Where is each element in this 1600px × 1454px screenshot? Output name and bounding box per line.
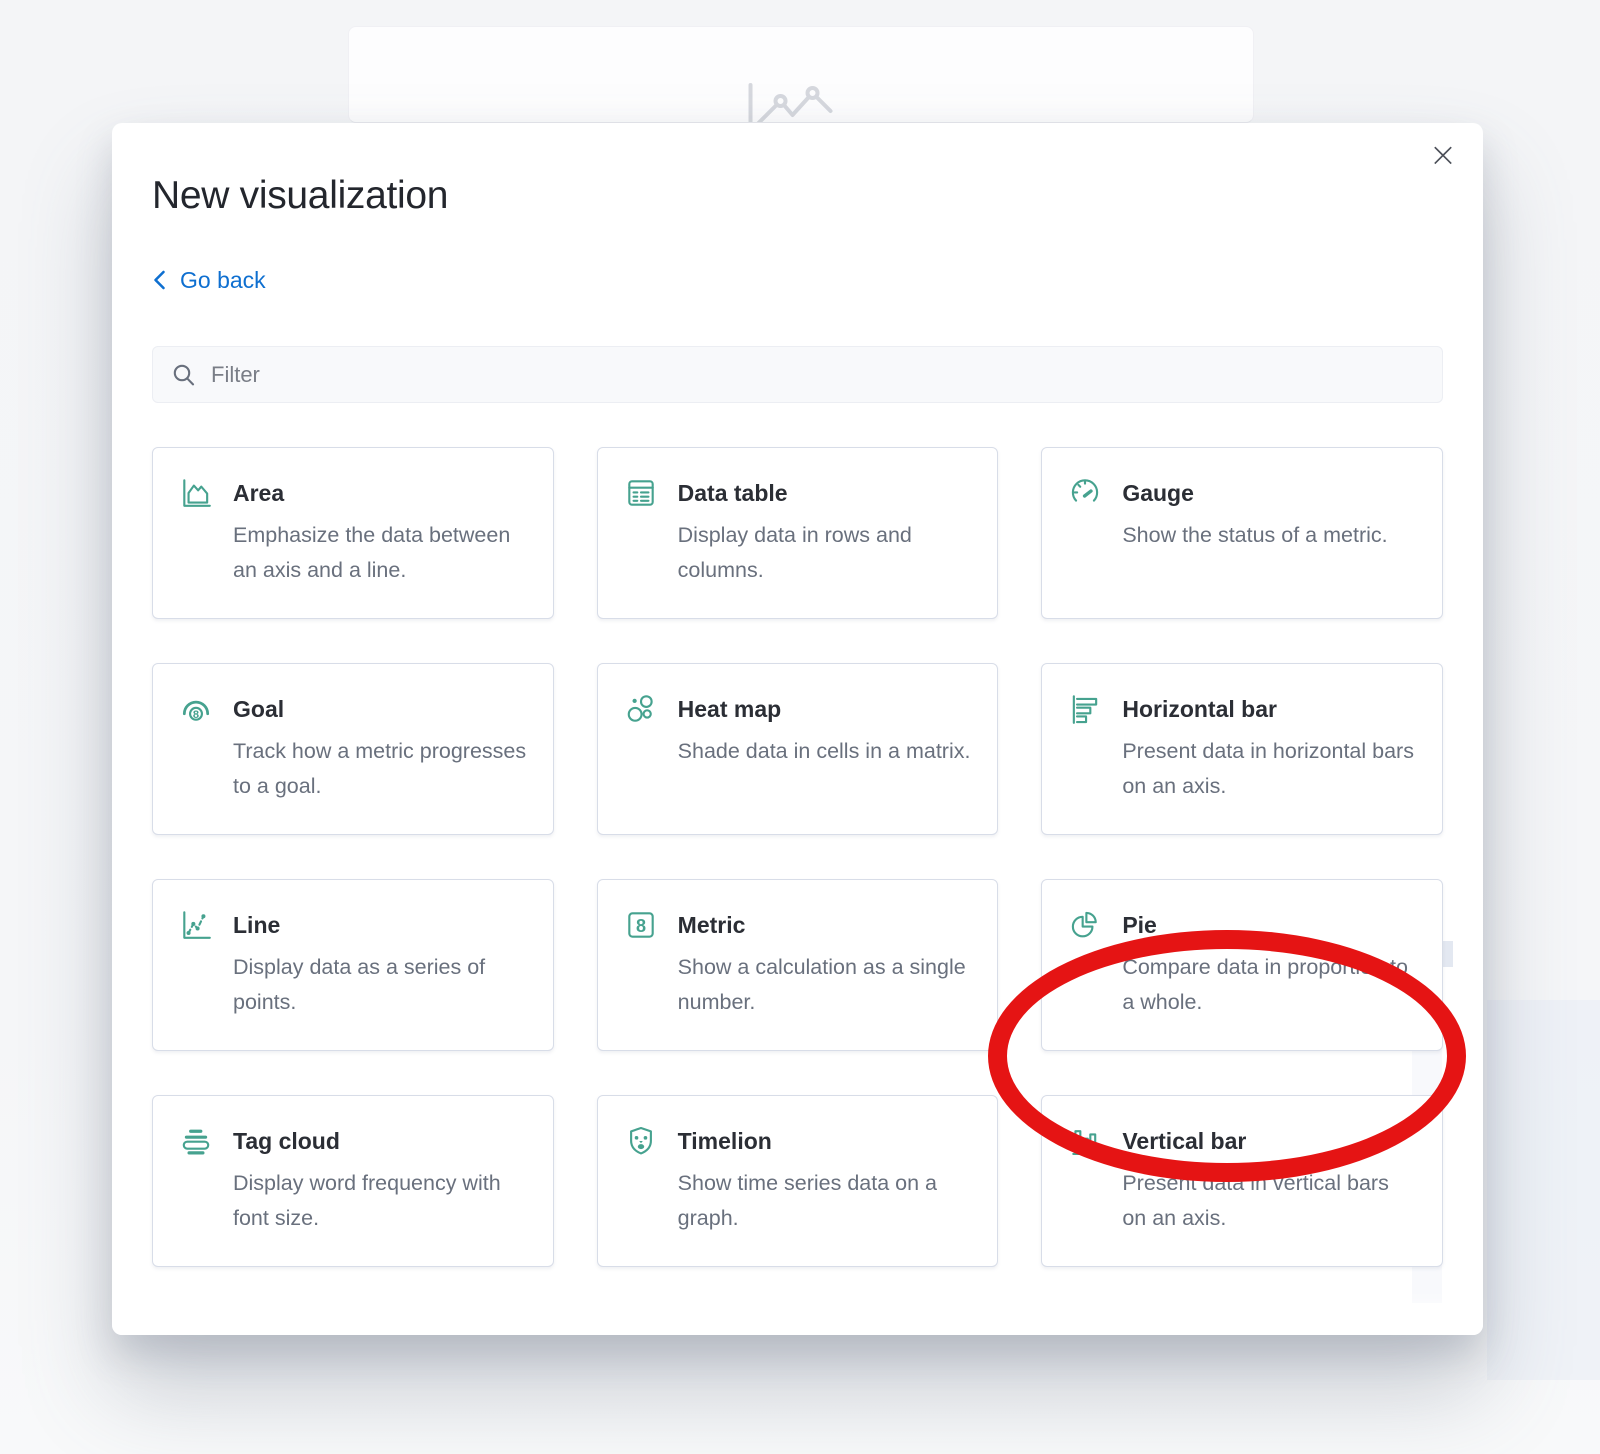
- viz-card-description: Show the status of a metric.: [1122, 518, 1387, 553]
- background-watermark: [1487, 1000, 1600, 1380]
- viz-card-title: Heat map: [678, 694, 971, 724]
- goal-icon: 8: [179, 692, 213, 726]
- tag-cloud-icon: [179, 1124, 213, 1158]
- viz-card-description: Track how a metric progresses to a goal.: [233, 734, 527, 804]
- svg-text:8: 8: [193, 709, 199, 721]
- viz-card-heat-map[interactable]: Heat map Shade data in cells in a matrix.: [597, 663, 999, 835]
- viz-card-text: Metric Show a calculation as a single num…: [678, 910, 972, 1020]
- viz-card-text: Goal Track how a metric progresses to a g…: [233, 694, 527, 804]
- viz-card-description: Present data in horizontal bars on an ax…: [1122, 734, 1416, 804]
- line-chart-icon: [179, 908, 213, 942]
- viz-card-text: Tag cloud Display word frequency with fon…: [233, 1126, 527, 1236]
- timelion-icon: [624, 1124, 658, 1158]
- viz-card-text: Vertical bar Present data in vertical bar…: [1122, 1126, 1416, 1236]
- viz-card-text: Line Display data as a series of points.: [233, 910, 527, 1020]
- chevron-left-icon: [152, 268, 167, 292]
- go-back-link[interactable]: Go back: [152, 266, 266, 294]
- viz-card-title: Goal: [233, 694, 527, 724]
- horizontal-bar-icon: [1068, 692, 1102, 726]
- area-chart-icon: [179, 476, 213, 510]
- viz-card-text: Horizontal bar Present data in horizontal…: [1122, 694, 1416, 804]
- pie-chart-icon: [1068, 908, 1102, 942]
- viz-card-title: Horizontal bar: [1122, 694, 1416, 724]
- new-visualization-modal: × New visualization Go back Area Emphasiz…: [112, 123, 1483, 1335]
- viz-card-description: Compare data in proportion to a whole.: [1122, 950, 1416, 1020]
- viz-card-text: Gauge Show the status of a metric.: [1122, 478, 1387, 553]
- data-table-icon: [624, 476, 658, 510]
- viz-card-description: Show time series data on a graph.: [678, 1166, 972, 1236]
- viz-card-horizontal-bar[interactable]: Horizontal bar Present data in horizontal…: [1041, 663, 1443, 835]
- viz-card-description: Present data in vertical bars on an axis…: [1122, 1166, 1416, 1236]
- background-panel: [348, 26, 1254, 123]
- viz-card-description: Show a calculation as a single number.: [678, 950, 972, 1020]
- viz-card-timelion[interactable]: Timelion Show time series data on a graph…: [597, 1095, 999, 1267]
- viz-card-title: Timelion: [678, 1126, 972, 1156]
- viz-card-metric[interactable]: 8 Metric Show a calculation as a single nu…: [597, 879, 999, 1051]
- viz-card-description: Display data in rows and columns.: [678, 518, 972, 588]
- metric-icon: 8: [624, 908, 658, 942]
- viz-card-title: Tag cloud: [233, 1126, 527, 1156]
- viz-card-tag-cloud[interactable]: Tag cloud Display word frequency with fon…: [152, 1095, 554, 1267]
- modal-title: New visualization: [152, 173, 1443, 219]
- viz-card-area[interactable]: Area Emphasize the data between an axis a…: [152, 447, 554, 619]
- heat-map-icon: [624, 692, 658, 726]
- viz-card-title: Metric: [678, 910, 972, 940]
- filter-field: [152, 346, 1443, 403]
- filter-input[interactable]: [152, 346, 1443, 403]
- close-icon[interactable]: ×: [1423, 135, 1463, 175]
- line-chart-placeholder-icon: [741, 79, 853, 123]
- vertical-bar-icon: [1068, 1124, 1102, 1158]
- viz-card-gauge[interactable]: Gauge Show the status of a metric.: [1041, 447, 1443, 619]
- go-back-label: Go back: [180, 266, 266, 294]
- viz-card-text: Heat map Shade data in cells in a matrix.: [678, 694, 971, 769]
- gauge-icon: [1068, 476, 1102, 510]
- viz-card-description: Display word frequency with font size.: [233, 1166, 527, 1236]
- page: { "modal": { "title": "New visualization…: [0, 0, 1600, 1454]
- viz-card-description: Shade data in cells in a matrix.: [678, 734, 971, 769]
- viz-card-description: Emphasize the data between an axis and a…: [233, 518, 527, 588]
- viz-card-title: Vertical bar: [1122, 1126, 1416, 1156]
- bottom-fade-overlay: [112, 1291, 1483, 1335]
- viz-card-text: Area Emphasize the data between an axis a…: [233, 478, 527, 588]
- viz-card-data-table[interactable]: Data table Display data in rows and colum…: [597, 447, 999, 619]
- viz-card-title: Data table: [678, 478, 972, 508]
- viz-card-text: Pie Compare data in proportion to a whole…: [1122, 910, 1416, 1020]
- viz-card-title: Gauge: [1122, 478, 1387, 508]
- viz-card-vertical-bar[interactable]: Vertical bar Present data in vertical bar…: [1041, 1095, 1443, 1267]
- viz-card-goal[interactable]: 8 Goal Track how a metric progresses to a …: [152, 663, 554, 835]
- search-icon: [171, 362, 197, 393]
- viz-card-pie[interactable]: Pie Compare data in proportion to a whole…: [1041, 879, 1443, 1051]
- viz-card-title: Line: [233, 910, 527, 940]
- viz-card-description: Display data as a series of points.: [233, 950, 527, 1020]
- viz-card-line[interactable]: Line Display data as a series of points.: [152, 879, 554, 1051]
- svg-text:8: 8: [636, 916, 646, 936]
- viz-card-text: Data table Display data in rows and colum…: [678, 478, 972, 588]
- viz-card-title: Pie: [1122, 910, 1416, 940]
- viz-card-text: Timelion Show time series data on a graph…: [678, 1126, 972, 1236]
- visualization-grid: Area Emphasize the data between an axis a…: [152, 447, 1443, 1267]
- viz-card-title: Area: [233, 478, 527, 508]
